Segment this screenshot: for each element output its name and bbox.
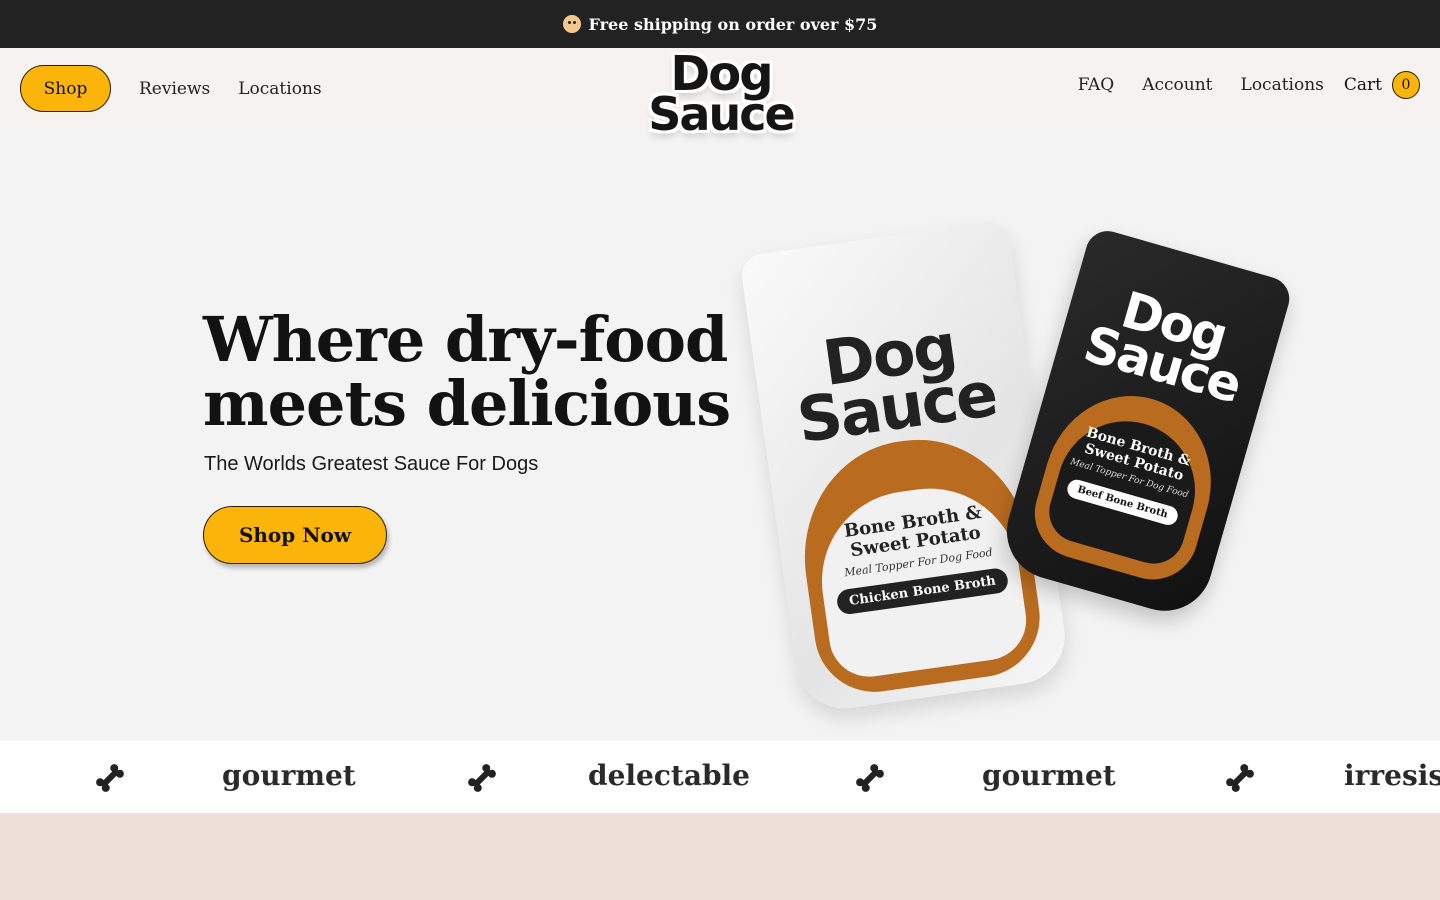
nav-account[interactable]: Account <box>1142 75 1212 95</box>
bone-icon <box>856 764 884 792</box>
shop-button[interactable]: Shop <box>20 65 111 112</box>
hero-subtitle: The Worlds Greatest Sauce For Dogs <box>204 453 539 475</box>
shop-now-button[interactable]: Shop Now <box>203 506 387 564</box>
logo-line-2: Sauce <box>648 87 795 142</box>
pouch-label-panel: Bone Broth & Sweet Potato Meal Topper Fo… <box>1042 404 1212 571</box>
bone-icon <box>96 764 124 792</box>
hero-title: Where dry-food meets delicious <box>203 303 731 440</box>
pouch-brand: Dog Sauce <box>752 309 1034 457</box>
announcement-text: Free shipping on order over $75 <box>588 14 878 34</box>
bone-icon <box>1226 764 1254 792</box>
bone-icon <box>468 764 496 792</box>
cart-button[interactable]: Cart 0 <box>1344 71 1420 99</box>
pouch-label-arch: Bone Broth & Sweet Potato Meal Topper Fo… <box>789 425 1048 700</box>
marquee-word: delectable <box>588 759 750 792</box>
secondary-nav: FAQ Account Locations Cart 0 <box>1050 71 1420 99</box>
product-pouch-beef: Dog Sauce Bone Broth & Sweet Potato Meal… <box>995 225 1295 623</box>
pouch-brand: Dog Sauce <box>1055 274 1280 414</box>
pouch-label-arch: Bone Broth & Sweet Potato Meal Topper Fo… <box>1024 376 1232 591</box>
announcement-bar: Free shipping on order over $75 <box>0 0 1440 48</box>
pouch-label-panel: Bone Broth & Sweet Potato Meal Topper Fo… <box>810 476 1032 682</box>
dog-face-icon <box>562 15 581 33</box>
product-pouch-chicken: Dog Sauce Bone Broth & Sweet Potato Meal… <box>739 219 1071 715</box>
marquee-word: gourmet <box>222 759 356 792</box>
dog-sauce-logo[interactable]: Dog Sauce <box>640 50 802 158</box>
nav-locations-right[interactable]: Locations <box>1241 75 1324 95</box>
nav-reviews[interactable]: Reviews <box>139 79 210 99</box>
nav-faq[interactable]: FAQ <box>1078 75 1115 95</box>
marquee-word: gourmet <box>982 759 1116 792</box>
nav-locations[interactable]: Locations <box>238 79 321 99</box>
cart-count-badge: 0 <box>1392 71 1420 99</box>
word-marquee: gourmet delectable gourmet irresist <box>0 741 1440 813</box>
marquee-word: irresist <box>1344 759 1440 792</box>
next-section <box>0 813 1440 900</box>
primary-nav: Shop Reviews Locations <box>20 65 322 112</box>
hero-section: Where dry-food meets delicious The World… <box>0 128 1440 741</box>
cart-label: Cart <box>1343 75 1382 95</box>
